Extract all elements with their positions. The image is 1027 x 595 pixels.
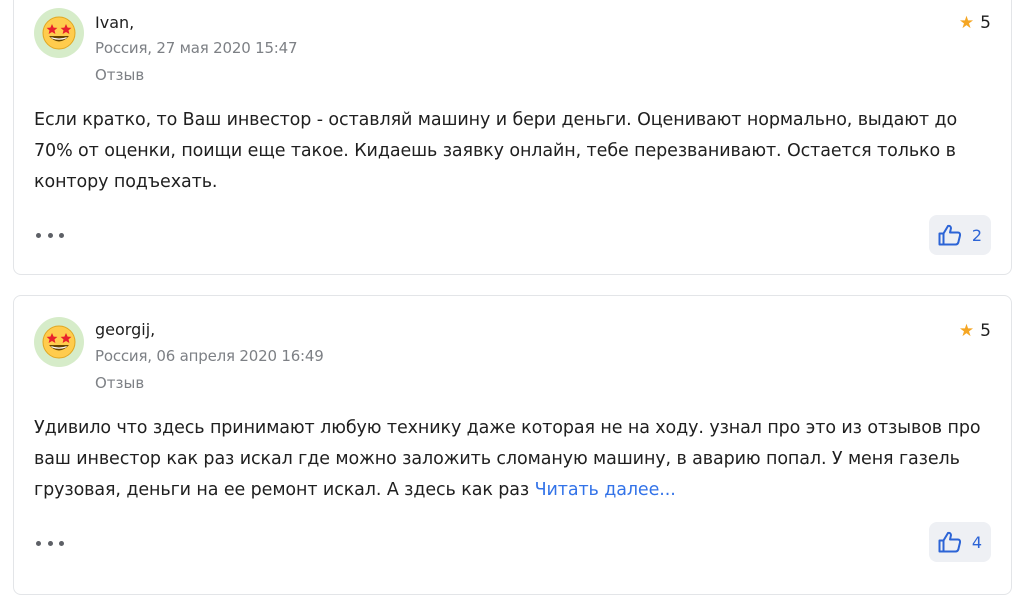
- thumbs-up-icon: [938, 531, 961, 553]
- star-struck-emoji-icon: [42, 16, 76, 50]
- review-author[interactable]: Ivan,: [95, 13, 134, 32]
- like-count: 4: [971, 532, 983, 552]
- rating-value: 5: [980, 13, 991, 33]
- rating: ★ 5: [959, 321, 991, 341]
- like-button[interactable]: 2: [929, 215, 991, 255]
- review-meta: Россия, 06 апреля 2020 16:49: [95, 347, 324, 365]
- like-button[interactable]: 4: [929, 522, 991, 562]
- thumbs-up-icon: [938, 224, 961, 246]
- avatar: [34, 317, 84, 367]
- read-more-link[interactable]: Читать далее...: [535, 480, 676, 500]
- review-kind: Отзыв: [95, 66, 145, 84]
- review-meta: Россия, 27 мая 2020 15:47: [95, 39, 298, 57]
- review-author[interactable]: georgij,: [95, 320, 155, 339]
- review-kind: Отзыв: [95, 374, 145, 392]
- more-options-button[interactable]: [36, 533, 64, 553]
- more-dots-icon: [36, 540, 41, 546]
- star-struck-emoji-icon: [42, 325, 76, 359]
- review-card: georgij, Россия, 06 апреля 2020 16:49 От…: [13, 295, 1012, 595]
- star-icon: ★: [958, 320, 975, 341]
- rating: ★ 5: [959, 13, 991, 33]
- review-text: Если кратко, то Ваш инвестор - оставляй …: [34, 105, 984, 198]
- star-icon: ★: [958, 12, 975, 33]
- more-options-button[interactable]: [36, 225, 64, 245]
- review-text: Удивило что здесь принимают любую техник…: [34, 413, 984, 506]
- review-body: Удивило что здесь принимают любую техник…: [34, 418, 981, 500]
- rating-value: 5: [980, 321, 991, 341]
- review-card: Ivan, Россия, 27 мая 2020 15:47 Отзыв ★ …: [13, 0, 1012, 275]
- more-dots-icon: [36, 232, 41, 238]
- like-count: 2: [971, 225, 983, 245]
- review-body: Если кратко, то Ваш инвестор - оставляй …: [34, 110, 958, 192]
- avatar: [34, 8, 84, 58]
